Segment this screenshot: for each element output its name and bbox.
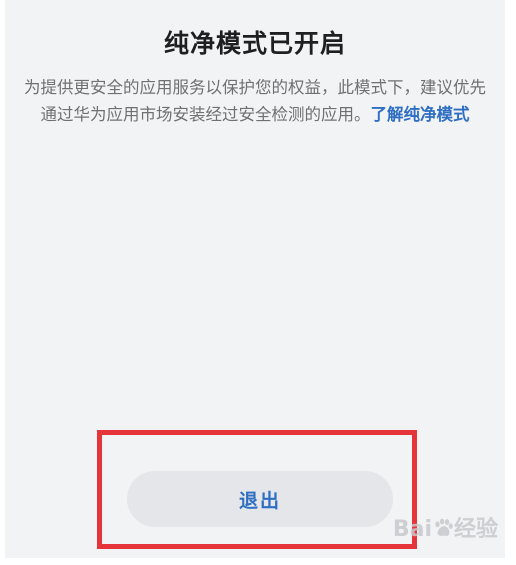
paw-icon (435, 518, 453, 536)
baidu-jingyan-watermark: Bai 经验 (393, 511, 498, 543)
learn-more-link[interactable]: 了解纯净模式 (371, 105, 470, 124)
description-text: 为提供更安全的应用服务以保护您的权益，此模式下，建议优先通过华为应用市场安装经过… (23, 74, 487, 128)
watermark-text-bai: Bai (392, 517, 432, 542)
red-highlight-box (97, 430, 417, 549)
watermark-text-jingyan: 经验 (453, 517, 498, 542)
page-title: 纯净模式已开启 (163, 29, 346, 58)
